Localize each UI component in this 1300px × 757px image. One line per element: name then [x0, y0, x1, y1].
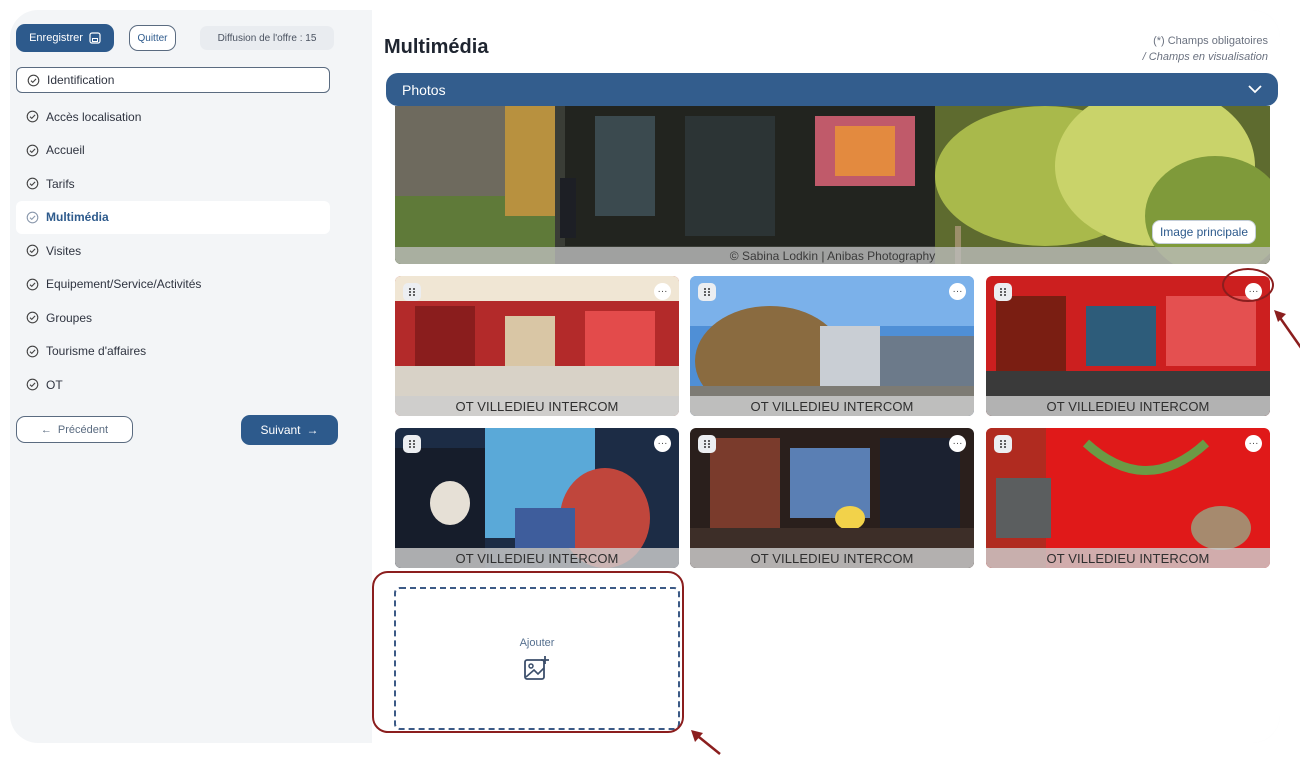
legend-view: / Champs en visualisation — [1142, 51, 1268, 63]
sidebar-item-identification[interactable]: Identification — [16, 67, 330, 93]
sidebar-item-accueil[interactable]: Accueil — [16, 134, 330, 168]
app-frame: Enregistrer Quitter Diffusion de l'offre… — [10, 10, 1280, 743]
photos-accordion-header[interactable]: Photos — [386, 73, 1278, 106]
check-circle-icon — [26, 345, 39, 358]
photo-caption: OT VILLEDIEU INTERCOM — [690, 548, 974, 568]
section-nav: Identification Accès localisation Accuei… — [16, 66, 330, 402]
sidebar-item-label: Equipement/Service/Activités — [46, 277, 202, 292]
check-circle-icon — [26, 144, 39, 157]
photo-thumbnail — [690, 276, 974, 416]
add-image-icon — [524, 655, 549, 680]
check-circle-icon — [26, 110, 39, 123]
main-photo-image — [395, 106, 1270, 264]
accordion-title: Photos — [402, 81, 446, 98]
photo-credit: © Sabina Lodkin | Anibas Photography — [395, 247, 1270, 264]
photo-caption: OT VILLEDIEU INTERCOM — [986, 396, 1270, 416]
photo-caption: OT VILLEDIEU INTERCOM — [395, 396, 679, 416]
drag-handle-icon[interactable] — [403, 283, 421, 301]
fields-legend: (*) Champs obligatoires / Champs en visu… — [1143, 33, 1268, 65]
more-options-icon[interactable]: ··· — [1245, 283, 1262, 300]
check-circle-icon — [26, 311, 39, 324]
check-circle-icon — [26, 278, 39, 291]
photo-caption: OT VILLEDIEU INTERCOM — [986, 548, 1270, 568]
photo-caption: OT VILLEDIEU INTERCOM — [395, 548, 679, 568]
main-image-badge: Image principale — [1151, 220, 1256, 244]
drag-handle-icon[interactable] — [698, 283, 716, 301]
chevron-down-icon — [1248, 85, 1262, 94]
broadcast-count-label: Diffusion de l'offre : 15 — [217, 32, 317, 44]
sidebar-item-label: Tourisme d'affaires — [46, 344, 147, 359]
main-panel: Multimédia (*) Champs obligatoires / Cha… — [372, 10, 1280, 743]
save-button[interactable]: Enregistrer — [16, 24, 114, 52]
photo-thumbnail — [690, 428, 974, 568]
sidebar-item-label: Multimédia — [46, 210, 109, 225]
annotation-arrow — [691, 730, 721, 755]
more-options-icon[interactable]: ··· — [654, 283, 671, 300]
arrow-right-icon: → — [306, 423, 319, 437]
sidebar-item-multimedia[interactable]: Multimédia — [16, 200, 330, 234]
check-circle-icon — [26, 378, 39, 391]
photo-thumbnail — [986, 428, 1270, 568]
add-photo-button[interactable]: Ajouter — [394, 587, 680, 730]
photo-thumbnail — [395, 276, 679, 416]
drag-handle-icon[interactable] — [403, 435, 421, 453]
previous-button[interactable]: ← Précédent — [16, 416, 133, 443]
sidebar-item-visites[interactable]: Visites — [16, 234, 330, 268]
more-options-icon[interactable]: ··· — [949, 283, 966, 300]
photo-card[interactable]: ··· OT VILLEDIEU INTERCOM — [395, 276, 679, 416]
quit-button-label: Quitter — [137, 32, 168, 44]
sidebar-item-groupes[interactable]: Groupes — [16, 301, 330, 335]
sidebar-item-tourisme-affaires[interactable]: Tourisme d'affaires — [16, 335, 330, 369]
quit-button[interactable]: Quitter — [129, 25, 176, 51]
check-circle-icon — [26, 177, 39, 190]
more-options-icon[interactable]: ··· — [654, 435, 671, 452]
photo-card[interactable]: ··· OT VILLEDIEU INTERCOM — [986, 428, 1270, 568]
page-title: Multimédia — [384, 36, 489, 58]
save-button-label: Enregistrer — [29, 32, 83, 44]
check-circle-icon — [27, 74, 40, 86]
next-button-label: Suivant — [260, 423, 301, 437]
next-button[interactable]: Suivant → — [241, 415, 338, 445]
sidebar-item-tarifs[interactable]: Tarifs — [16, 167, 330, 201]
sidebar-item-label: Accès localisation — [46, 109, 142, 124]
photo-card[interactable]: ··· OT VILLEDIEU INTERCOM — [395, 428, 679, 568]
sidebar-item-ot[interactable]: OT — [16, 368, 330, 402]
arrow-left-icon: ← — [40, 423, 52, 436]
check-circle-icon — [26, 244, 39, 257]
sidebar-item-label: Accueil — [46, 143, 85, 158]
photo-card[interactable]: ··· OT VILLEDIEU INTERCOM — [690, 276, 974, 416]
sidebar-item-label: Groupes — [46, 310, 93, 325]
photo-thumbnail — [395, 428, 679, 568]
drag-handle-icon[interactable] — [994, 435, 1012, 453]
drag-handle-icon[interactable] — [698, 435, 716, 453]
main-photo[interactable]: Image principale © Sabina Lodkin | Aniba… — [395, 106, 1270, 264]
sidebar-item-label: Visites — [46, 243, 82, 258]
photo-thumbnail — [986, 276, 1270, 416]
annotation-arrow — [1274, 310, 1300, 349]
photo-card[interactable]: ··· OT VILLEDIEU INTERCOM — [690, 428, 974, 568]
sidebar-item-label: OT — [46, 377, 63, 392]
sidebar: Enregistrer Quitter Diffusion de l'offre… — [10, 10, 360, 743]
sidebar-item-label: Tarifs — [46, 176, 75, 191]
sidebar-item-label: Identification — [47, 73, 115, 87]
photo-card[interactable]: ··· OT VILLEDIEU INTERCOM — [986, 276, 1270, 416]
check-circle-icon — [26, 211, 39, 224]
more-options-icon[interactable]: ··· — [949, 435, 966, 452]
legend-required: (*) Champs obligatoires — [1153, 35, 1268, 47]
photo-caption: OT VILLEDIEU INTERCOM — [690, 396, 974, 416]
add-photo-label: Ajouter — [519, 636, 555, 649]
broadcast-count-badge: Diffusion de l'offre : 15 — [200, 26, 334, 50]
sidebar-item-acces-localisation[interactable]: Accès localisation — [16, 100, 330, 134]
save-icon — [89, 32, 101, 44]
more-options-icon[interactable]: ··· — [1245, 435, 1262, 452]
drag-handle-icon[interactable] — [994, 283, 1012, 301]
sidebar-item-equipement[interactable]: Equipement/Service/Activités — [16, 268, 330, 302]
previous-button-label: Précédent — [57, 423, 109, 436]
